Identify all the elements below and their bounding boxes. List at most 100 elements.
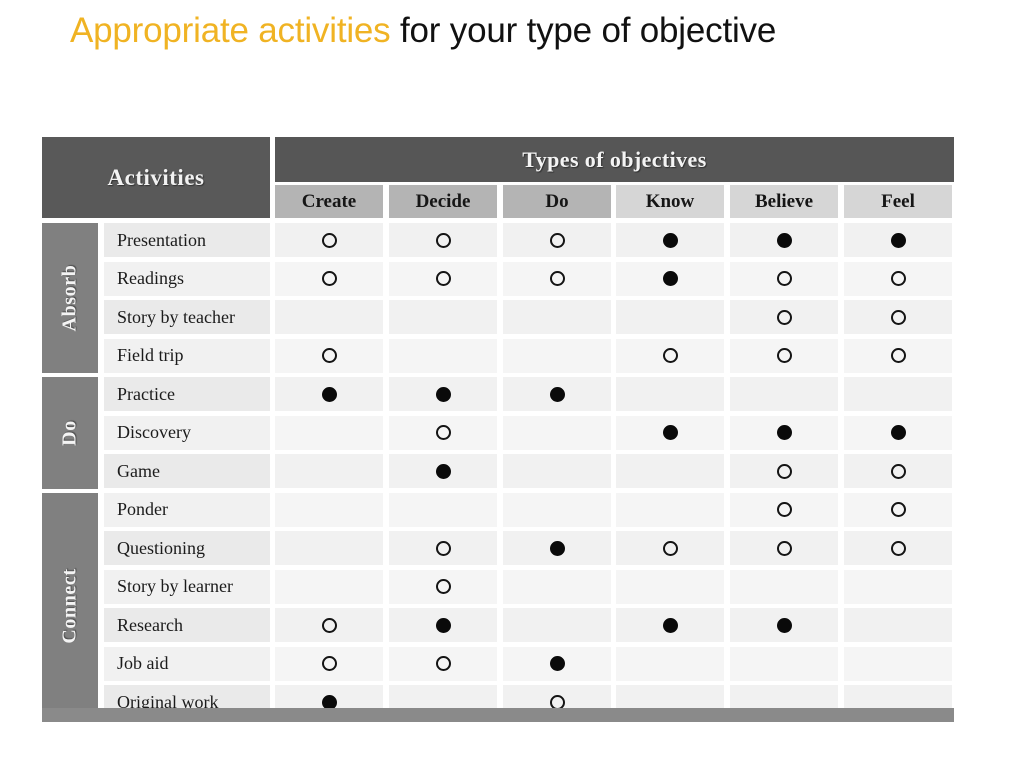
activity-label[interactable]: Research (104, 608, 270, 642)
open-circle-icon (776, 502, 792, 517)
matrix-cell[interactable] (844, 454, 952, 488)
matrix-cell[interactable] (275, 531, 383, 565)
matrix-cell[interactable] (730, 300, 838, 334)
matrix-cell[interactable] (389, 531, 497, 565)
matrix-cell[interactable] (730, 415, 838, 450)
matrix-cell[interactable] (844, 569, 952, 604)
column-header-do[interactable]: Do (503, 185, 611, 218)
matrix-cell[interactable] (844, 261, 952, 296)
matrix-cell[interactable] (616, 338, 724, 373)
column-header-know[interactable]: Know (616, 185, 724, 218)
matrix-cell[interactable] (730, 338, 838, 373)
matrix-cell[interactable] (503, 300, 611, 334)
column-header-decide[interactable]: Decide (389, 185, 497, 218)
filled-circle-icon (776, 425, 792, 440)
matrix-cell[interactable] (503, 454, 611, 488)
matrix-cell[interactable] (730, 223, 838, 257)
matrix-cell[interactable] (730, 531, 838, 565)
matrix-cell[interactable] (616, 300, 724, 334)
matrix-cell[interactable] (844, 300, 952, 334)
matrix-cell[interactable] (275, 338, 383, 373)
matrix-cell[interactable] (275, 415, 383, 450)
open-circle-icon (776, 309, 792, 325)
matrix-cell[interactable] (503, 338, 611, 373)
matrix-cell[interactable] (844, 377, 952, 411)
matrix-cell[interactable] (844, 608, 952, 642)
column-header-believe[interactable]: Believe (730, 185, 838, 218)
activity-label[interactable]: Field trip (104, 338, 270, 373)
matrix-cell[interactable] (389, 646, 497, 681)
matrix-cell[interactable] (844, 338, 952, 373)
matrix-cell[interactable] (503, 569, 611, 604)
matrix-cell[interactable] (275, 608, 383, 642)
matrix-cell[interactable] (275, 377, 383, 411)
matrix-cell[interactable] (730, 454, 838, 488)
matrix-cell[interactable] (389, 608, 497, 642)
matrix-cell[interactable] (730, 569, 838, 604)
matrix-cell[interactable] (389, 569, 497, 604)
matrix-cell[interactable] (389, 454, 497, 488)
matrix-cell[interactable] (616, 492, 724, 527)
activity-label[interactable]: Presentation (104, 223, 270, 257)
activity-label[interactable]: Story by learner (104, 569, 270, 604)
matrix-cell[interactable] (389, 415, 497, 450)
open-circle-icon (890, 348, 906, 363)
matrix-cell[interactable] (730, 646, 838, 681)
matrix-cell[interactable] (730, 377, 838, 411)
activity-label[interactable]: Practice (104, 377, 270, 411)
matrix-cell[interactable] (844, 492, 952, 527)
open-circle-icon (321, 232, 337, 248)
matrix-cell[interactable] (389, 338, 497, 373)
matrix-cell[interactable] (503, 646, 611, 681)
matrix-cell[interactable] (616, 531, 724, 565)
page-title-plain: for your type of objective (390, 11, 777, 50)
matrix-cell[interactable] (503, 377, 611, 411)
matrix-cell[interactable] (616, 454, 724, 488)
matrix-cell[interactable] (844, 531, 952, 565)
matrix-cell[interactable] (616, 569, 724, 604)
matrix-cell[interactable] (503, 531, 611, 565)
matrix-cell[interactable] (503, 608, 611, 642)
activity-label[interactable]: Readings (104, 261, 270, 296)
column-header-create[interactable]: Create (275, 185, 383, 218)
matrix-cell[interactable] (503, 415, 611, 450)
open-circle-icon (890, 309, 906, 325)
matrix-cell[interactable] (844, 223, 952, 257)
matrix-cell[interactable] (389, 492, 497, 527)
activity-label[interactable]: Story by teacher (104, 300, 270, 334)
matrix-cell[interactable] (389, 261, 497, 296)
column-header-feel[interactable]: Feel (844, 185, 952, 218)
matrix-cell[interactable] (275, 300, 383, 334)
matrix-cell[interactable] (616, 415, 724, 450)
matrix-cell[interactable] (616, 261, 724, 296)
activities-objectives-matrix: Activities Types of objectives Create Dec… (42, 137, 954, 722)
matrix-cell[interactable] (616, 223, 724, 257)
matrix-cell[interactable] (503, 223, 611, 257)
open-circle-icon (890, 502, 906, 517)
matrix-cell[interactable] (275, 492, 383, 527)
activity-label[interactable]: Questioning (104, 531, 270, 565)
matrix-cell[interactable] (503, 261, 611, 296)
matrix-cell[interactable] (616, 646, 724, 681)
matrix-cell[interactable] (275, 569, 383, 604)
matrix-cell[interactable] (275, 223, 383, 257)
matrix-cell[interactable] (389, 377, 497, 411)
matrix-cell[interactable] (616, 608, 724, 642)
matrix-cell[interactable] (275, 646, 383, 681)
activity-label[interactable]: Job aid (104, 646, 270, 681)
matrix-cell[interactable] (844, 646, 952, 681)
matrix-cell[interactable] (730, 261, 838, 296)
matrix-cell[interactable] (730, 492, 838, 527)
filled-circle-icon (549, 656, 565, 671)
matrix-cell[interactable] (503, 492, 611, 527)
matrix-cell[interactable] (275, 261, 383, 296)
matrix-cell[interactable] (844, 415, 952, 450)
activity-label[interactable]: Discovery (104, 415, 270, 450)
activity-label[interactable]: Game (104, 454, 270, 488)
matrix-cell[interactable] (275, 454, 383, 488)
matrix-cell[interactable] (730, 608, 838, 642)
activity-label[interactable]: Ponder (104, 492, 270, 527)
matrix-cell[interactable] (389, 223, 497, 257)
matrix-cell[interactable] (616, 377, 724, 411)
matrix-cell[interactable] (389, 300, 497, 334)
